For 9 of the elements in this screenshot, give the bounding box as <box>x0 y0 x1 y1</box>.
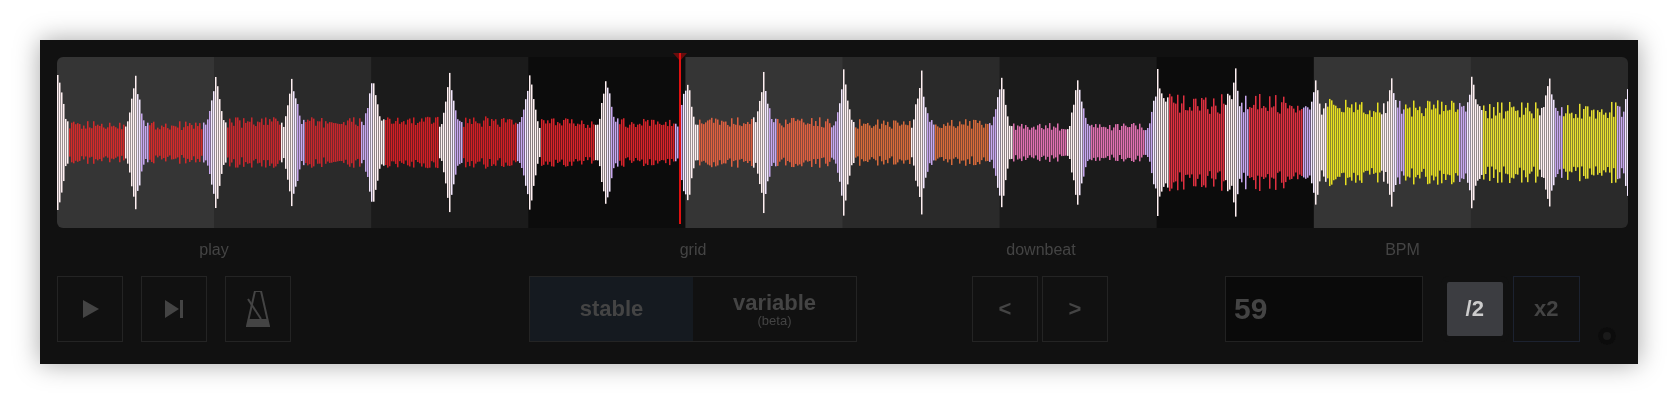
metronome-button[interactable] <box>225 276 291 342</box>
downbeat-button[interactable]: > <box>1042 276 1108 342</box>
skip-button[interactable] <box>141 276 207 342</box>
bpm-field[interactable]: 59 <box>1225 276 1423 342</box>
downbeat-button[interactable]: < <box>972 276 1038 342</box>
playhead[interactable] <box>673 53 687 224</box>
play-button[interactable] <box>57 276 123 342</box>
metronome-icon <box>246 291 270 327</box>
skip-icon <box>163 298 185 320</box>
